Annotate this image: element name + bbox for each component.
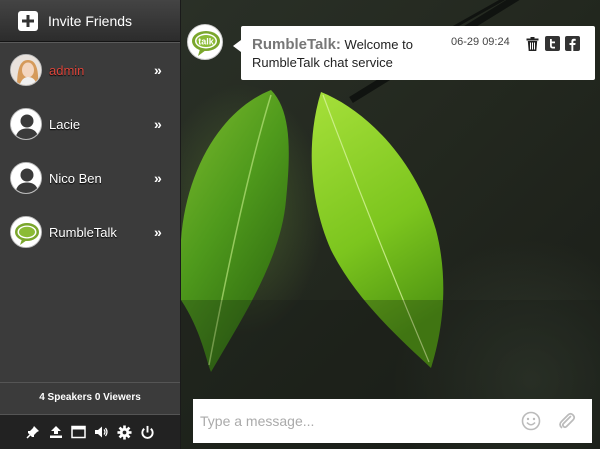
paperclip-icon[interactable] xyxy=(556,410,578,432)
chevron-right-icon: » xyxy=(154,224,162,240)
message-input[interactable] xyxy=(193,401,520,441)
avatar-photo-icon xyxy=(10,54,42,86)
rumbletalk-logo-icon xyxy=(10,216,42,248)
trash-icon[interactable] xyxy=(525,36,540,51)
chat-message: RumbleTalk: Welcome to RumbleTalk chat s… xyxy=(233,26,595,80)
bottom-toolbar xyxy=(0,414,180,449)
default-user-icon xyxy=(10,108,42,140)
twitter-icon[interactable] xyxy=(545,36,560,51)
default-user-icon xyxy=(10,162,42,194)
logo-text: talk xyxy=(198,37,215,47)
user-name: RumbleTalk xyxy=(49,224,117,240)
message-timestamp: 06-29 09:24 xyxy=(451,36,510,48)
plus-icon xyxy=(18,10,38,31)
user-item-admin[interactable]: admin » xyxy=(0,43,180,97)
message-composer xyxy=(193,399,592,443)
settings-icon[interactable] xyxy=(116,423,134,441)
user-name: Nico Ben xyxy=(49,170,102,186)
emoji-icon[interactable] xyxy=(520,410,542,432)
message-sender: RumbleTalk: xyxy=(252,36,341,53)
invite-friends-label: Invite Friends xyxy=(48,12,133,29)
rumbletalk-logo-icon: talk xyxy=(187,24,223,60)
message-body: RumbleTalk: Welcome to RumbleTalk chat s… xyxy=(252,36,452,72)
power-icon[interactable] xyxy=(139,423,157,441)
user-item-lacie[interactable]: Lacie » xyxy=(0,97,180,151)
invite-friends-button[interactable]: Invite Friends xyxy=(0,0,180,42)
audience-stats: 4 Speakers 0 Viewers xyxy=(0,382,180,412)
facebook-icon[interactable] xyxy=(565,36,580,51)
chevron-right-icon: » xyxy=(154,62,162,78)
user-name: Lacie xyxy=(49,116,81,132)
chat-area: talk RumbleTalk: Welcome to RumbleTalk c… xyxy=(181,0,600,449)
chevron-right-icon: » xyxy=(154,116,162,132)
user-item-rumbletalk[interactable]: RumbleTalk » xyxy=(0,205,180,259)
chevron-right-icon: » xyxy=(154,170,162,186)
sidebar: Invite Friends admin » Lacie » Nico Ben … xyxy=(0,0,181,449)
user-name: admin xyxy=(49,62,85,78)
window-icon[interactable] xyxy=(70,423,88,441)
pin-icon[interactable] xyxy=(24,423,42,441)
upload-icon[interactable] xyxy=(47,423,65,441)
volume-icon[interactable] xyxy=(93,423,111,441)
user-item-nico-ben[interactable]: Nico Ben » xyxy=(0,151,180,205)
